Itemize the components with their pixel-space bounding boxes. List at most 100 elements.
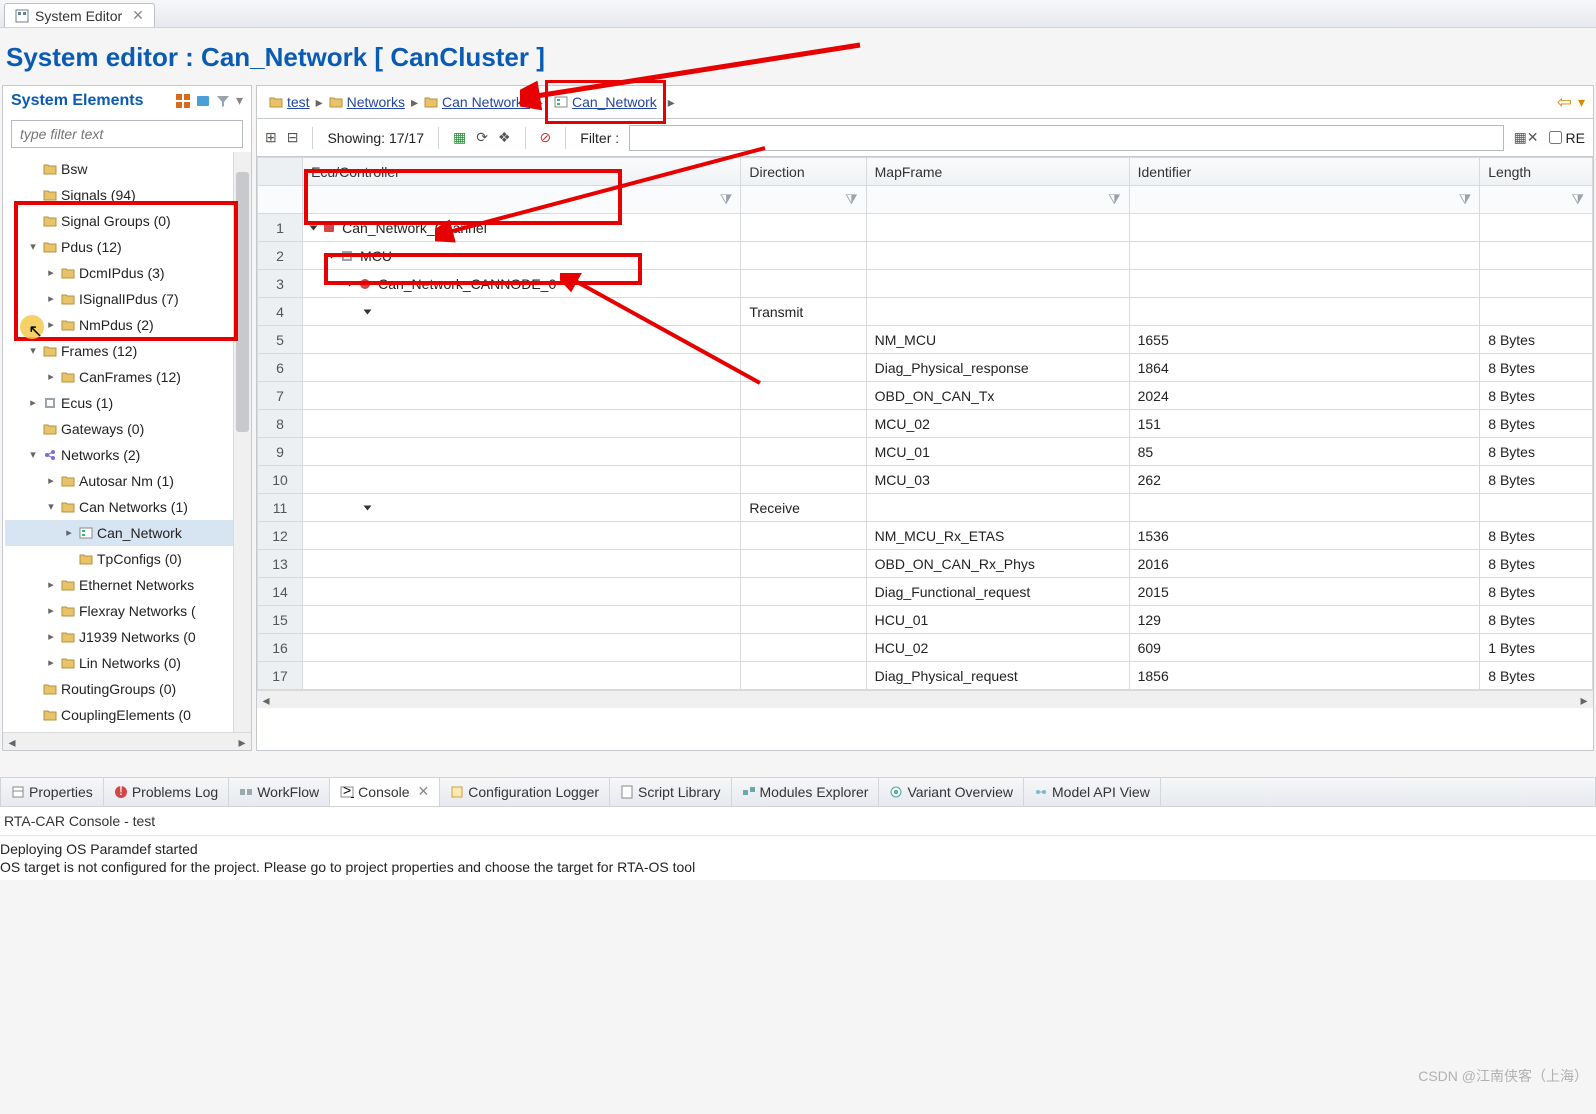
scroll-right-icon[interactable]: ▸ <box>233 733 251 751</box>
system-elements-tree[interactable]: BswSignals (94)Signal Groups (0)▾Pdus (1… <box>3 152 251 732</box>
table-row[interactable]: 17Diag_Physical_request18568 Bytes <box>258 662 1593 690</box>
tree-item[interactable]: Signal Groups (0) <box>5 208 251 234</box>
table-row[interactable]: 9MCU_01858 Bytes <box>258 438 1593 466</box>
re-checkbox[interactable]: RE <box>1549 130 1585 146</box>
column-header[interactable]: Identifier <box>1129 158 1480 186</box>
breadcrumb-item[interactable]: Networks <box>325 94 409 110</box>
table-row[interactable]: 12NM_MCU_Rx_ETAS15368 Bytes <box>258 522 1593 550</box>
table-row[interactable]: 6Diag_Physical_response18648 Bytes <box>258 354 1593 382</box>
expander-icon[interactable]: ▸ <box>45 624 57 650</box>
expander-icon[interactable]: ▸ <box>45 260 57 286</box>
editor-tab-system[interactable]: System Editor ✕ <box>4 3 155 27</box>
tree-item[interactable]: ▾Frames (12) <box>5 338 251 364</box>
bottom-tab-configuration-logger[interactable]: Configuration Logger <box>440 778 610 806</box>
tree-item[interactable]: ▸Flexray Networks ( <box>5 598 251 624</box>
nav-drop-icon[interactable]: ▾ <box>1578 94 1585 111</box>
table-row[interactable]: 1Can_Network_Channel <box>258 214 1593 242</box>
close-icon[interactable]: ✕ <box>418 783 430 800</box>
tree-item[interactable]: ▸Ecus (1) <box>5 390 251 416</box>
column-header[interactable] <box>258 158 303 186</box>
expander-icon[interactable]: ▸ <box>45 650 57 676</box>
table-row[interactable]: 2MCU <box>258 242 1593 270</box>
tree-item[interactable]: RoutingGroups (0) <box>5 676 251 702</box>
column-filter-icon[interactable]: ⧩ <box>1572 191 1585 207</box>
breadcrumb-item[interactable]: test <box>265 94 314 110</box>
bottom-tab-problems-log[interactable]: !Problems Log <box>104 778 229 806</box>
tree-tri-icon[interactable] <box>328 253 336 258</box>
close-icon[interactable]: ✕ <box>132 7 144 24</box>
breadcrumb-item[interactable]: Can_Network <box>545 80 666 124</box>
tree-item[interactable]: ▸NmPdus (2) <box>5 312 251 338</box>
bottom-tab-script-library[interactable]: Script Library <box>610 778 731 806</box>
expander-icon[interactable]: ▸ <box>45 572 57 598</box>
bottom-tab-console[interactable]: >_Console✕ <box>330 778 440 806</box>
table-row[interactable]: 13OBD_ON_CAN_Rx_Phys20168 Bytes <box>258 550 1593 578</box>
tree-filter-input[interactable] <box>11 120 243 148</box>
collapse-all-icon[interactable]: ⊟ <box>287 129 299 146</box>
table-row[interactable]: 11Receive <box>258 494 1593 522</box>
table-row[interactable]: 10MCU_032628 Bytes <box>258 466 1593 494</box>
sync-icon[interactable]: ❖ <box>498 129 511 146</box>
scroll-left-icon[interactable]: ◂ <box>257 691 275 709</box>
tree-item[interactable]: ▾Networks (2) <box>5 442 251 468</box>
bottom-tab-workflow[interactable]: WorkFlow <box>229 778 330 806</box>
filter-clear-icon[interactable]: ▦✕ <box>1514 129 1539 146</box>
tree-vscrollbar[interactable] <box>233 152 251 732</box>
table-row[interactable]: 15HCU_011298 Bytes <box>258 606 1593 634</box>
tree-item[interactable]: CouplingElements (0 <box>5 702 251 728</box>
expander-icon[interactable]: ▾ <box>27 338 39 364</box>
tree-item[interactable]: ▸Autosar Nm (1) <box>5 468 251 494</box>
expander-icon[interactable]: ▾ <box>45 494 57 520</box>
column-header[interactable]: Length <box>1480 158 1593 186</box>
proj-icon[interactable] <box>196 94 210 108</box>
table-row[interactable]: 7OBD_ON_CAN_Tx20248 Bytes <box>258 382 1593 410</box>
tree-tri-icon[interactable] <box>364 505 372 510</box>
table-row[interactable]: 8MCU_021518 Bytes <box>258 410 1593 438</box>
tree-item[interactable]: ▸Ethernet Networks <box>5 572 251 598</box>
dropdown-caret-icon[interactable]: ▾ <box>236 92 243 109</box>
grid-icon[interactable] <box>176 94 190 108</box>
tree-tri-icon[interactable] <box>310 225 318 230</box>
tree-item[interactable]: Gateways (0) <box>5 416 251 442</box>
tree-item[interactable]: ▾Can Networks (1) <box>5 494 251 520</box>
breadcrumb-item[interactable]: Can Networks <box>420 94 534 110</box>
tree-item[interactable]: Signals (94) <box>5 182 251 208</box>
bottom-tab-variant-overview[interactable]: Variant Overview <box>879 778 1024 806</box>
tree-item[interactable]: ▸CanFrames (12) <box>5 364 251 390</box>
column-filter-icon[interactable]: ⧩ <box>720 191 733 207</box>
table-filter-input[interactable] <box>629 125 1503 151</box>
expander-icon[interactable]: ▸ <box>45 598 57 624</box>
bottom-tab-modules-explorer[interactable]: Modules Explorer <box>732 778 880 806</box>
re-checkbox-input[interactable] <box>1549 131 1562 144</box>
tree-item[interactable]: TpConfigs (0) <box>5 546 251 572</box>
tree-item[interactable]: ▸Can_Network <box>5 520 251 546</box>
tree-item[interactable]: ▸ISignalIPdus (7) <box>5 286 251 312</box>
tree-item[interactable]: ▸DcmIPdus (3) <box>5 260 251 286</box>
tree-item[interactable]: ▸J1939 Networks (0 <box>5 624 251 650</box>
tree-item[interactable]: ▸Lin Networks (0) <box>5 650 251 676</box>
bottom-tab-model-api-view[interactable]: Model API View <box>1024 778 1161 806</box>
bottom-tab-properties[interactable]: Properties <box>1 778 104 806</box>
expander-icon[interactable]: ▸ <box>45 286 57 312</box>
table-row[interactable]: 3Can_Network_CANNODE_0 <box>258 270 1593 298</box>
scroll-left-icon[interactable]: ◂ <box>3 733 21 751</box>
table-row[interactable]: 5NM_MCU16558 Bytes <box>258 326 1593 354</box>
table-row[interactable]: 14Diag_Functional_request20158 Bytes <box>258 578 1593 606</box>
nav-back-icon[interactable]: ⇦ <box>1557 92 1572 113</box>
column-filter-icon[interactable]: ⧩ <box>845 191 858 207</box>
scroll-right-icon[interactable]: ▸ <box>1575 691 1593 709</box>
export-excel-icon[interactable]: ▦ <box>453 129 466 146</box>
expander-icon[interactable]: ▾ <box>27 234 39 260</box>
tree-hscrollbar[interactable]: ◂ ▸ <box>3 732 251 750</box>
expander-icon[interactable]: ▸ <box>45 312 57 338</box>
filter-drop-icon[interactable] <box>216 94 230 108</box>
tree-tri-icon[interactable] <box>346 281 354 286</box>
column-header[interactable]: Ecu/Controller <box>303 158 741 186</box>
clear-filter-icon[interactable]: ⊘ <box>540 129 552 146</box>
column-header[interactable]: Direction <box>741 158 866 186</box>
column-filter-icon[interactable]: ⧩ <box>1108 191 1121 207</box>
expander-icon[interactable]: ▸ <box>27 390 39 416</box>
column-filter-icon[interactable]: ⧩ <box>1459 191 1472 207</box>
expander-icon[interactable]: ▸ <box>45 468 57 494</box>
table-row[interactable]: 16HCU_026091 Bytes <box>258 634 1593 662</box>
